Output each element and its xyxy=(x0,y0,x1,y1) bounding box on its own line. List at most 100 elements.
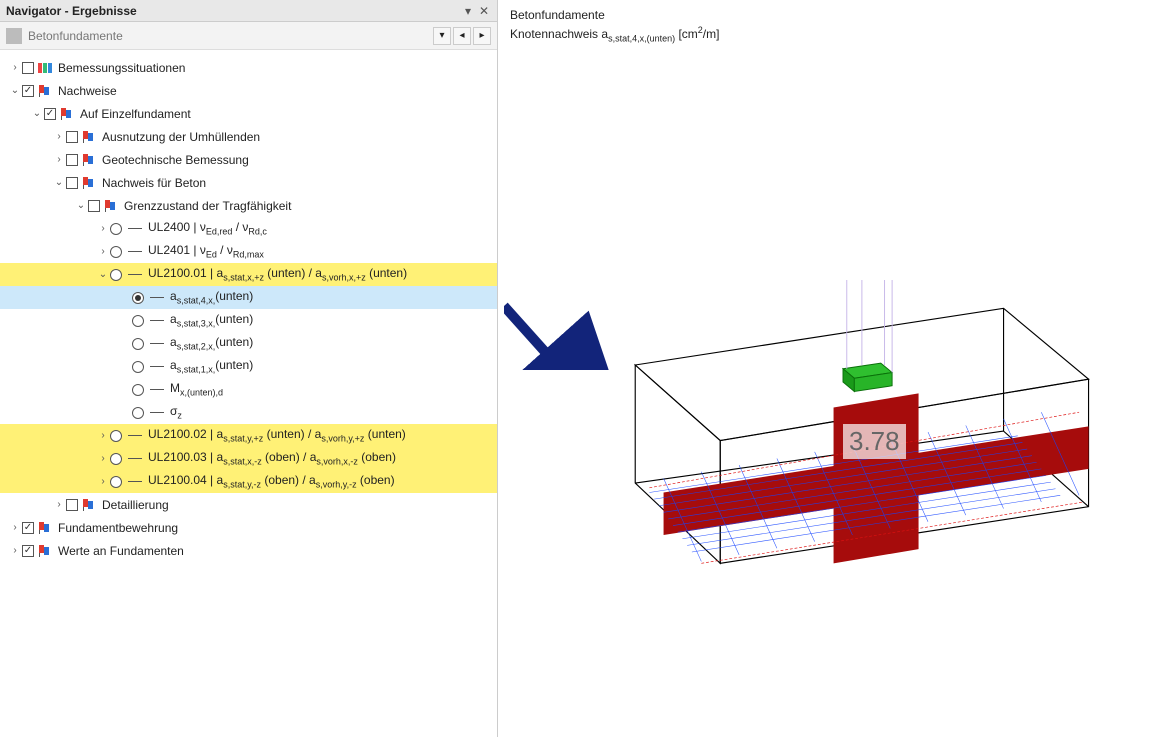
tree-row[interactable]: › Fundamentbewehrung xyxy=(0,516,497,539)
tree-row[interactable]: › Bemessungssituationen xyxy=(0,56,497,79)
navigator-panel: Navigator - Ergebnisse ▾ ✕ Betonfundamen… xyxy=(0,0,498,737)
toolbar-dropdown-button[interactable]: ▾ xyxy=(433,27,451,45)
tree-item-label: UL2100.03 | as,stat,x,-z (oben) / as,vor… xyxy=(146,450,396,466)
tree-checkbox[interactable] xyxy=(44,108,56,120)
tree-row[interactable]: › Geotechnische Bemessung xyxy=(0,148,497,171)
expand-toggle-icon[interactable]: › xyxy=(96,223,110,234)
tree-item-label: Geotechnische Bemessung xyxy=(100,153,249,167)
tree-radio[interactable] xyxy=(132,315,144,327)
result-line-icon xyxy=(128,458,142,459)
result-line-icon xyxy=(128,481,142,482)
tree-radio[interactable] xyxy=(132,292,144,304)
expand-toggle-icon[interactable]: › xyxy=(52,131,66,142)
tree-row[interactable]: ⌄Auf Einzelfundament xyxy=(0,102,497,125)
tree-item-label: Nachweis für Beton xyxy=(100,176,206,190)
window-options-icon[interactable]: ▾ xyxy=(461,4,475,18)
viewport-subtitle: Knotennachweis as,stat,4,x,(unten) [cm2/… xyxy=(510,24,719,46)
expand-toggle-icon[interactable]: › xyxy=(8,62,22,73)
tree-row[interactable]: ›UL2400 | νEd,red / νRd,c xyxy=(0,217,497,240)
expand-toggle-icon[interactable]: ⌄ xyxy=(96,269,110,280)
expand-toggle-icon[interactable]: › xyxy=(96,453,110,464)
tree-radio[interactable] xyxy=(132,361,144,373)
tree-item-label: Detaillierung xyxy=(100,498,169,512)
tree-checkbox[interactable] xyxy=(66,177,78,189)
design-flag-icon xyxy=(38,84,52,98)
tree-row[interactable]: Mx,(unten),d xyxy=(0,378,497,401)
tree-item-label: Werte an Fundamenten xyxy=(56,544,184,558)
tree-checkbox[interactable] xyxy=(66,499,78,511)
tree-row[interactable]: as,stat,3,x,(unten) xyxy=(0,309,497,332)
tree-row[interactable]: › UL2100.03 | as,stat,x,-z (oben) / as,vo… xyxy=(0,447,497,470)
tree-row[interactable]: › UL2100.04 | as,stat,y,-z (oben) / as,vo… xyxy=(0,470,497,493)
result-line-icon xyxy=(150,389,164,390)
tree-row[interactable]: ⌄ Grenzzustand der Tragfähigkeit xyxy=(0,194,497,217)
tree-item-label: UL2100.02 | as,stat,y,+z (unten) / as,vo… xyxy=(146,427,406,443)
tree-radio[interactable] xyxy=(110,476,122,488)
tree-radio[interactable] xyxy=(110,430,122,442)
tree-checkbox[interactable] xyxy=(66,131,78,143)
expand-toggle-icon[interactable]: ⌄ xyxy=(30,108,44,119)
tree-item-label: as,stat,2,x,(unten) xyxy=(168,335,253,351)
tree-row[interactable]: ›Ausnutzung der Umhüllenden xyxy=(0,125,497,148)
tree-item-label: UL2401 | νEd / νRd,max xyxy=(146,243,264,259)
tree-row[interactable]: as,stat,1,x,(unten) xyxy=(0,355,497,378)
tree-item-label: Fundamentbewehrung xyxy=(56,521,178,535)
tree-radio[interactable] xyxy=(110,453,122,465)
design-flag-icon xyxy=(82,498,96,512)
tree-item-label: Grenzzustand der Tragfähigkeit xyxy=(122,199,291,213)
design-flag-icon xyxy=(38,544,52,558)
tree-row[interactable]: ⌄ UL2100.01 | as,stat,x,+z (unten) / as,v… xyxy=(0,263,497,286)
viewport-title: Betonfundamente xyxy=(510,6,719,24)
model-viewport[interactable]: Betonfundamente Knotennachweis as,stat,4… xyxy=(498,0,1174,737)
expand-toggle-icon[interactable]: › xyxy=(96,246,110,257)
tree-row[interactable]: σz xyxy=(0,401,497,424)
tree-radio[interactable] xyxy=(132,384,144,396)
toolbar-type-icon xyxy=(6,28,22,44)
tree-checkbox[interactable] xyxy=(22,522,34,534)
tree-item-label: as,stat,1,x,(unten) xyxy=(168,358,253,374)
toolbar-label: Betonfundamente xyxy=(28,29,427,43)
tree-item-label: UL2100.04 | as,stat,y,-z (oben) / as,vor… xyxy=(146,473,395,489)
tree-radio[interactable] xyxy=(110,223,122,235)
tree-item-label: UL2100.01 | as,stat,x,+z (unten) / as,vo… xyxy=(146,266,407,282)
tree-item-label: as,stat,4,x,(unten) xyxy=(168,289,253,305)
expand-toggle-icon[interactable]: › xyxy=(52,499,66,510)
tree-row[interactable]: › UL2100.02 | as,stat,y,+z (unten) / as,v… xyxy=(0,424,497,447)
design-flag-icon xyxy=(60,107,74,121)
tree-radio[interactable] xyxy=(110,269,122,281)
navigator-title: Navigator - Ergebnisse xyxy=(6,4,461,18)
toolbar-prev-button[interactable]: ◂ xyxy=(453,27,471,45)
tree-checkbox[interactable] xyxy=(88,200,100,212)
result-line-icon xyxy=(150,343,164,344)
result-line-icon xyxy=(150,320,164,321)
tree-row[interactable]: ⌄Nachweise xyxy=(0,79,497,102)
tree-checkbox[interactable] xyxy=(22,62,34,74)
results-tree[interactable]: › Bemessungssituationen ⌄Nachweise⌄Auf Ein… xyxy=(0,50,497,737)
tree-item-label: Bemessungssituationen xyxy=(56,61,185,75)
tree-radio[interactable] xyxy=(132,338,144,350)
result-line-icon xyxy=(128,435,142,436)
expand-toggle-icon[interactable]: › xyxy=(8,522,22,533)
expand-toggle-icon[interactable]: ⌄ xyxy=(8,85,22,96)
tree-row[interactable]: as,stat,2,x,(unten) xyxy=(0,332,497,355)
expand-toggle-icon[interactable]: ⌄ xyxy=(52,177,66,188)
tree-row[interactable]: › Detaillierung xyxy=(0,493,497,516)
expand-toggle-icon[interactable]: › xyxy=(52,154,66,165)
tree-row[interactable]: › Werte an Fundamenten xyxy=(0,539,497,562)
tree-radio[interactable] xyxy=(132,407,144,419)
expand-toggle-icon[interactable]: › xyxy=(96,476,110,487)
tree-checkbox[interactable] xyxy=(66,154,78,166)
expand-toggle-icon[interactable]: › xyxy=(8,545,22,556)
tree-checkbox[interactable] xyxy=(22,545,34,557)
expand-toggle-icon[interactable]: ⌄ xyxy=(74,200,88,211)
tree-row[interactable]: as,stat,4,x,(unten) xyxy=(0,286,497,309)
toolbar-next-button[interactable]: ▸ xyxy=(473,27,491,45)
tree-radio[interactable] xyxy=(110,246,122,258)
tree-row[interactable]: › UL2401 | νEd / νRd,max xyxy=(0,240,497,263)
close-icon[interactable]: ✕ xyxy=(477,4,491,18)
tree-checkbox[interactable] xyxy=(22,85,34,97)
expand-toggle-icon[interactable]: › xyxy=(96,430,110,441)
tree-row[interactable]: ⌄ Nachweis für Beton xyxy=(0,171,497,194)
design-flag-icon xyxy=(38,521,52,535)
navigator-titlebar: Navigator - Ergebnisse ▾ ✕ xyxy=(0,0,497,22)
